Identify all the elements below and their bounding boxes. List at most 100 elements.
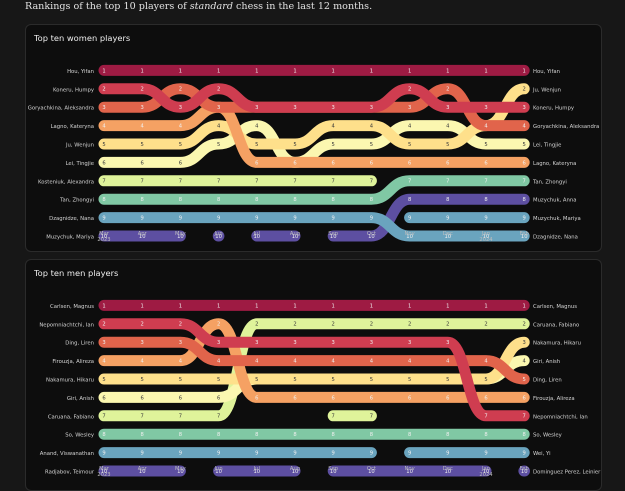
rank-label: 6 <box>523 395 526 401</box>
rank-label: 1 <box>179 68 182 74</box>
rank-label: 8 <box>484 197 487 203</box>
rank-label: 6 <box>370 395 373 401</box>
rank-label: 3 <box>179 105 182 111</box>
month-tick-label: Jun <box>214 466 223 472</box>
rank-label: 6 <box>523 160 526 166</box>
rank-label: 9 <box>217 451 220 457</box>
left-player-label: Kosteniuk, Alexandra <box>38 179 94 185</box>
right-player-label: Tan, Zhongyi <box>532 179 567 185</box>
month-tick-label: May <box>175 231 186 237</box>
left-player-label: Hou, Yifan <box>67 69 94 75</box>
month-tick-label: 2023 <box>97 237 110 243</box>
rank-label: 9 <box>217 216 220 222</box>
month-tick-label: Sep <box>328 466 338 472</box>
rank-label: 2 <box>408 87 411 93</box>
rank-label: 3 <box>446 105 449 111</box>
page-caption: Rankings of the top 10 players of standa… <box>25 1 372 12</box>
rank-label: 6 <box>484 160 487 166</box>
rank-label: 3 <box>332 105 335 111</box>
rank-label: 1 <box>408 303 411 309</box>
series-band: 7 7 7 7 7 7 7 7 <box>98 175 377 187</box>
rank-label: 5 <box>217 142 220 148</box>
rank-label: 1 <box>217 68 220 74</box>
rank-label: 7 <box>102 414 105 420</box>
rank-label: 5 <box>293 142 296 148</box>
right-player-label: So, Wesley <box>533 433 562 439</box>
right-player-label: Dzagnidze, Nana <box>533 235 578 241</box>
rank-label: 5 <box>293 377 296 383</box>
month-tick-label: Sep <box>328 231 338 237</box>
series-band: 1 1 1 1 1 1 1 1 1 1 1 1 <box>98 299 530 311</box>
rank-label: 7 <box>293 179 296 185</box>
rank-label: 2 <box>408 322 411 328</box>
rank-label: 6 <box>408 160 411 166</box>
rank-label: 7 <box>523 414 526 420</box>
rank-label: 2 <box>102 322 105 328</box>
rank-label: 2 <box>141 87 144 93</box>
rank-label: 3 <box>484 105 487 111</box>
rank-label: 8 <box>293 197 296 203</box>
rank-label: 3 <box>102 105 105 111</box>
rank-label: 9 <box>141 216 144 222</box>
rank-label: 8 <box>408 197 411 203</box>
month-tick-label: Aug <box>290 231 300 237</box>
rank-label: 9 <box>523 216 526 222</box>
rank-label: 8 <box>179 197 182 203</box>
month-tick-label: Jul <box>253 466 260 472</box>
right-player-label: Nakamura, Hikaru <box>533 341 581 347</box>
rank-label: 9 <box>446 216 449 222</box>
right-player-label: Caruana, Fabiano <box>533 322 579 328</box>
left-player-label: Firouzja, Alireza <box>52 359 94 365</box>
rank-label: 3 <box>293 340 296 346</box>
series-band: 1 1 1 1 1 1 1 1 1 1 1 1 <box>98 64 530 76</box>
right-player-label: Firouzja, Alireza <box>533 396 575 402</box>
rank-label: 6 <box>446 395 449 401</box>
rank-label: 5 <box>408 142 411 148</box>
rank-label: 1 <box>484 303 487 309</box>
rank-label: 2 <box>446 87 449 93</box>
right-player-label: Goryachkina, Aleksandra <box>533 124 599 130</box>
rank-label: 9 <box>408 451 411 457</box>
rank-label: 8 <box>446 197 449 203</box>
rank-label: 2 <box>255 322 258 328</box>
left-player-label: Ju, Wenjun <box>65 143 94 149</box>
rank-label: 3 <box>446 340 449 346</box>
rank-label: 5 <box>255 142 258 148</box>
rank-label: 3 <box>255 105 258 111</box>
rank-label: 6 <box>102 395 105 401</box>
month-tick-label: Nov <box>405 466 415 472</box>
rank-label: 9 <box>179 451 182 457</box>
caption-suffix: chess in the last 12 months. <box>232 1 373 12</box>
series-band: 9 9 9 9 <box>404 447 530 459</box>
left-player-label: Giri, Anish <box>67 396 94 402</box>
rank-label: 9 <box>446 451 449 457</box>
rank-label: 8 <box>217 197 220 203</box>
rank-label: 7 <box>141 179 144 185</box>
left-player-label: Nakamura, Hikaru <box>46 378 94 384</box>
rank-label: 8 <box>141 197 144 203</box>
rank-label: 8 <box>141 432 144 438</box>
rank-label: 8 <box>332 432 335 438</box>
rank-label: 5 <box>141 377 144 383</box>
rank-label: 1 <box>523 68 526 74</box>
rank-label: 5 <box>523 142 526 148</box>
series-band: 9 9 9 9 9 9 9 9 <box>98 447 377 459</box>
rank-label: 9 <box>293 216 296 222</box>
rank-label: 2 <box>293 322 296 328</box>
rank-label: 6 <box>293 160 296 166</box>
rank-label: 8 <box>370 197 373 203</box>
rank-label: 8 <box>255 197 258 203</box>
series-band: 8 8 8 8 8 8 8 8 8 8 8 8 <box>98 428 530 440</box>
right-player-label: Carlsen, Magnus <box>533 304 577 310</box>
rank-label: 8 <box>484 432 487 438</box>
rank-label: 3 <box>141 105 144 111</box>
left-player-label: Lagno, Kateryna <box>51 124 94 130</box>
left-player-label: Lei, Tingjie <box>66 161 94 167</box>
rank-label: 9 <box>102 451 105 457</box>
rank-label: 2 <box>179 322 182 328</box>
rank-label: 7 <box>332 179 335 185</box>
rank-label: 6 <box>217 395 220 401</box>
rank-label: 9 <box>523 451 526 457</box>
rank-label: 8 <box>255 432 258 438</box>
left-player-label: Muzychuk, Mariya <box>46 235 94 241</box>
